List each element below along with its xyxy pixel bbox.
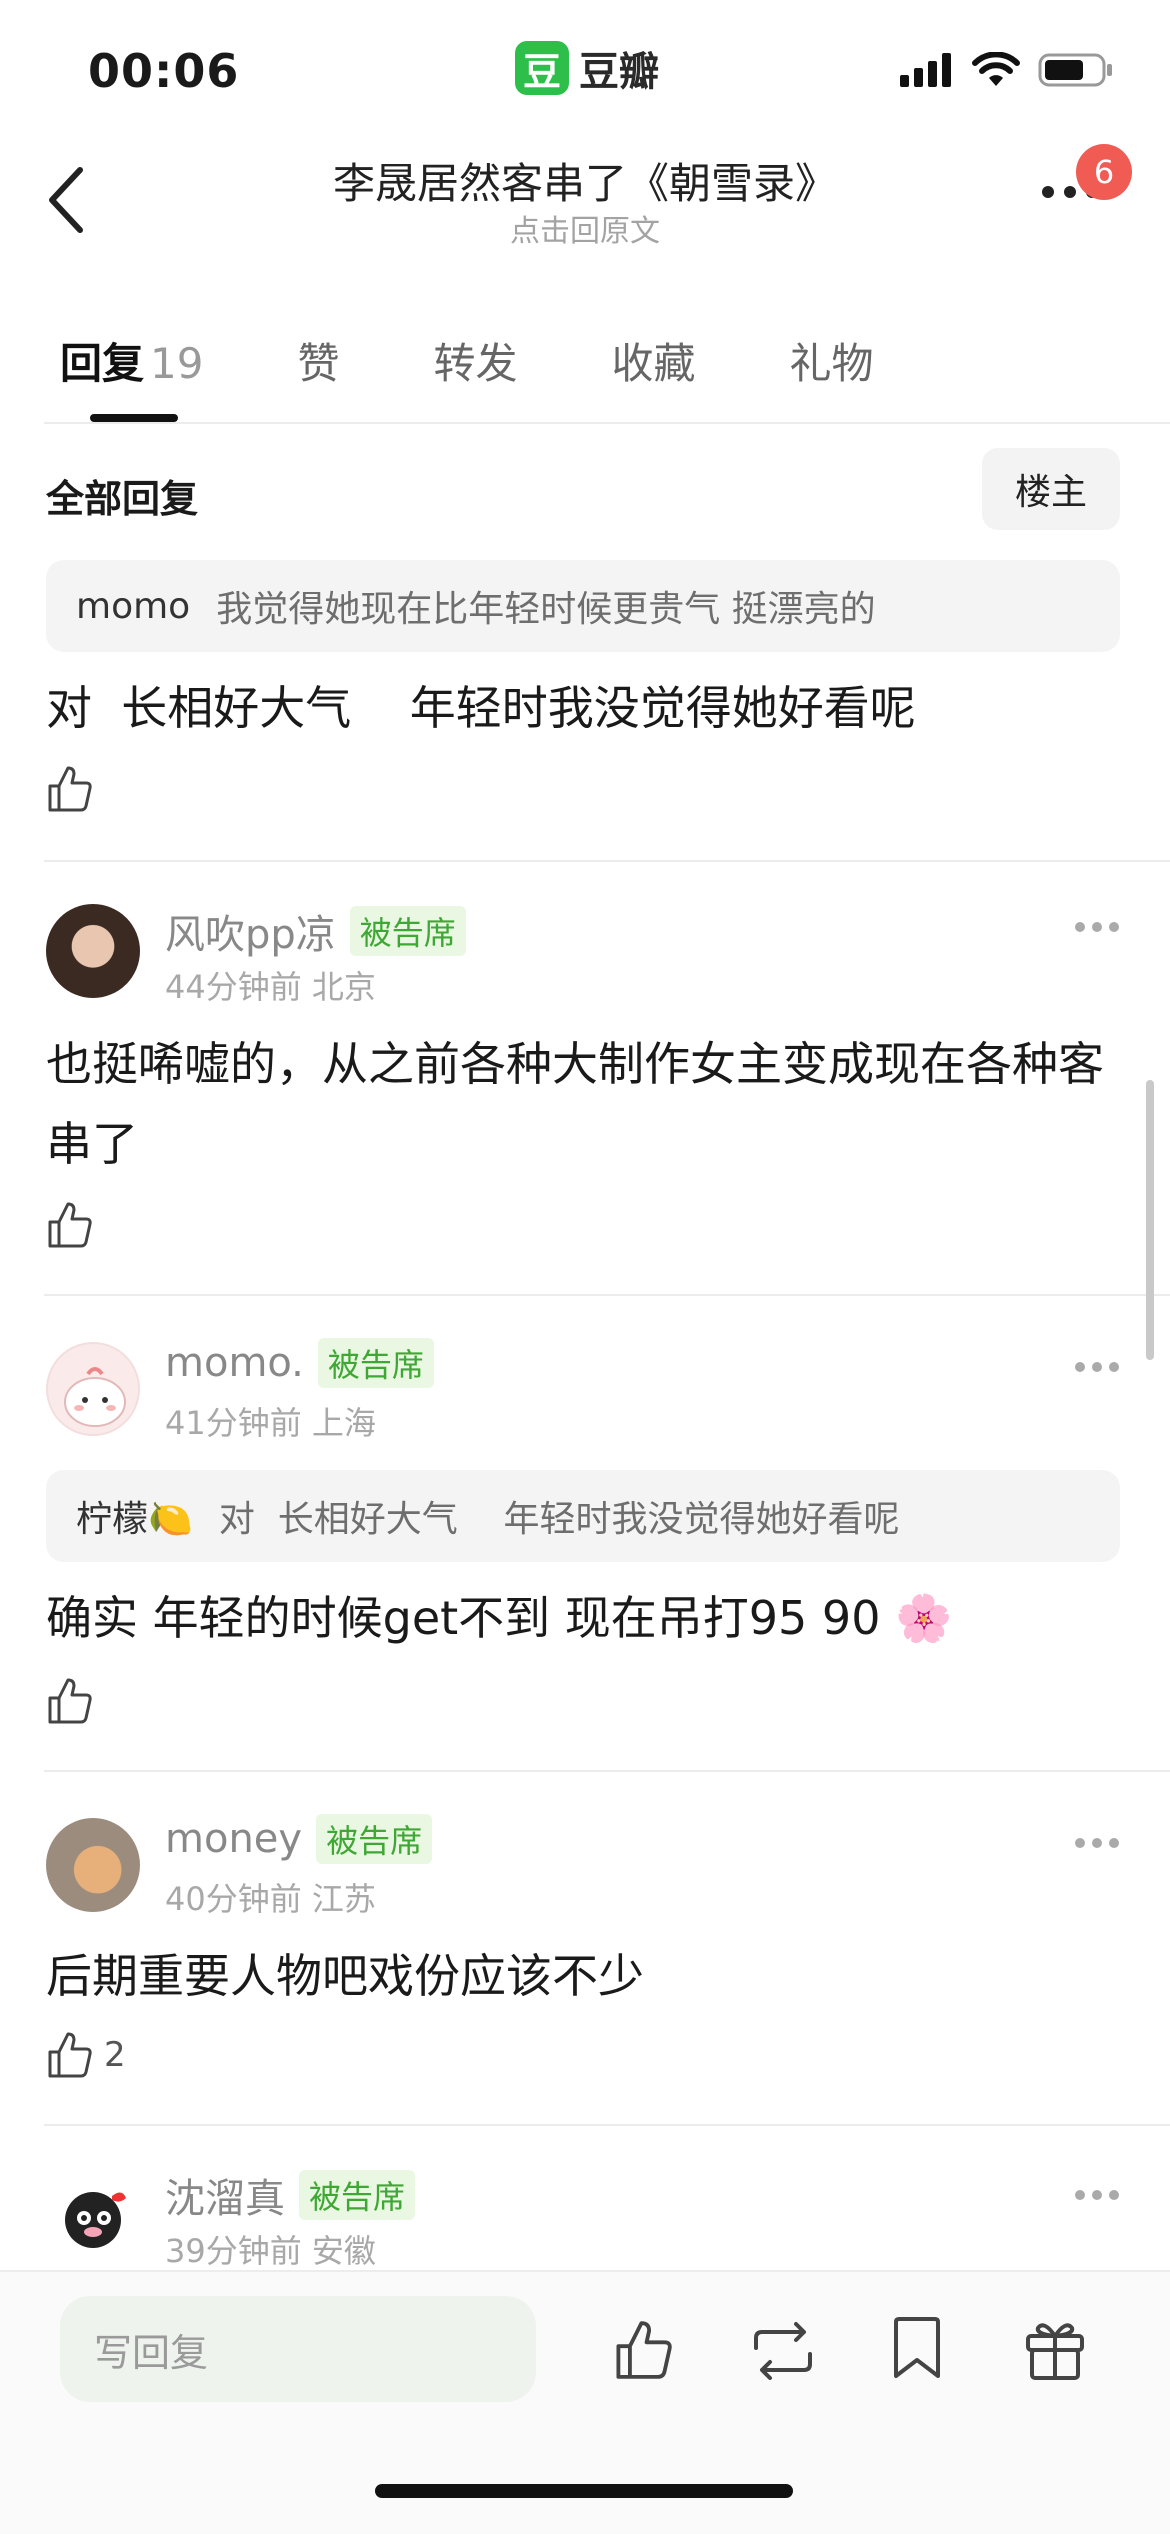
active-tab-indicator	[90, 414, 178, 422]
comment-location: 北京	[311, 968, 376, 1006]
notification-badge: 6	[1076, 144, 1132, 200]
comment-meta: 41分钟前 上海	[165, 1398, 376, 1444]
comment-header: 风吹pp凉 被告席	[165, 902, 466, 960]
comment-time: 39分钟前	[165, 2232, 302, 2270]
comment-text: 对 长相好大气 年轻时我没觉得她好看呢	[46, 681, 916, 735]
username[interactable]: money	[165, 1816, 302, 1862]
cartoon-avatar-icon	[64, 1367, 126, 1427]
tab-bar: 回复 19 赞 转发 收藏 礼物	[60, 330, 968, 391]
more-options-icon[interactable]	[1074, 1360, 1120, 1374]
tab-collections[interactable]: 收藏	[612, 330, 696, 391]
comment-text: 后期重要人物吧戏份应该不少	[46, 1949, 644, 2003]
quoted-text: 我觉得她现在比年轻时候更贵气 挺漂亮的	[216, 589, 876, 630]
status-icons	[900, 52, 1114, 88]
battery-icon	[1038, 53, 1112, 87]
like-count: 2	[104, 2035, 126, 2075]
app-name: 豆瓣	[579, 49, 659, 95]
avatar[interactable]	[46, 904, 140, 998]
divider	[44, 2124, 1170, 2126]
cartoon-avatar-icon	[65, 2192, 126, 2248]
post-title[interactable]: 李晟居然客串了《朝雪录》	[0, 150, 1170, 211]
tab-reposts[interactable]: 转发	[433, 330, 517, 391]
quoted-username: 柠檬🍋	[76, 1499, 193, 1540]
like-icon[interactable]	[612, 2318, 676, 2382]
group-tag[interactable]: 被告席	[299, 2170, 416, 2220]
group-tag[interactable]: 被告席	[317, 1338, 434, 1388]
bookmark-icon[interactable]	[890, 2316, 944, 2382]
username[interactable]: momo.	[165, 1340, 304, 1386]
like-button[interactable]	[46, 1676, 104, 1726]
like-button[interactable]	[46, 1200, 104, 1250]
divider	[44, 422, 1170, 424]
quoted-text: 对 长相好大气 年轻时我没觉得她好看呢	[218, 1499, 900, 1540]
thumbs-up-icon	[48, 766, 92, 812]
gift-icon[interactable]	[1024, 2316, 1086, 2382]
comment-header: 沈溜真 被告席	[165, 2166, 416, 2224]
comment-time: 40分钟前	[165, 1880, 302, 1918]
tab-likes[interactable]: 赞	[297, 330, 339, 391]
tab-gifts[interactable]: 礼物	[790, 330, 874, 391]
comment-time: 41分钟前	[165, 1404, 302, 1442]
back-to-original-link[interactable]: 点击回原文	[0, 206, 1170, 250]
username[interactable]: 沈溜真	[165, 2166, 285, 2224]
tab-label: 回复	[60, 339, 145, 388]
quoted-username: momo	[76, 585, 191, 627]
avatar[interactable]	[46, 1818, 140, 1912]
comment-header: money 被告席	[165, 1814, 433, 1864]
username[interactable]: 风吹pp凉	[165, 902, 336, 960]
comment-meta: 39分钟前 安徽	[165, 2226, 376, 2272]
comment-meta: 40分钟前 江苏	[165, 1874, 376, 1920]
section-title: 全部回复	[46, 477, 199, 521]
comment-header: momo. 被告席	[165, 1338, 434, 1388]
divider	[44, 1770, 1170, 1772]
thumbs-up-icon	[48, 2032, 92, 2078]
douban-logo-icon: 豆	[515, 41, 569, 95]
quoted-reply[interactable]: momo 我觉得她现在比年轻时候更贵气 挺漂亮的	[46, 560, 1120, 652]
tab-count: 19	[150, 339, 204, 388]
tab-replies[interactable]: 回复 19	[60, 330, 203, 391]
scrollbar[interactable]	[1146, 1080, 1154, 1360]
wifi-icon	[972, 52, 1020, 86]
comment-location: 江苏	[311, 1880, 376, 1918]
group-tag[interactable]: 被告席	[349, 906, 466, 956]
avatar[interactable]	[46, 1342, 140, 1436]
status-time: 00:06	[88, 44, 240, 98]
home-indicator	[375, 2484, 793, 2498]
reply-input[interactable]: 写回复	[60, 2296, 536, 2402]
like-button[interactable]: 2	[46, 2030, 126, 2080]
comment-location: 安徽	[311, 2232, 376, 2270]
comment-meta: 44分钟前 北京	[165, 962, 376, 1008]
repost-icon[interactable]	[748, 2320, 818, 2382]
more-options-icon[interactable]	[1074, 2188, 1120, 2202]
app-indicator: 豆 豆瓣	[515, 40, 659, 96]
op-only-filter-button[interactable]: 楼主	[982, 448, 1120, 530]
thumbs-up-icon	[48, 1678, 92, 1724]
comment-text: 确实 年轻的时候get不到 现在吊打95 90 🌸	[46, 1591, 953, 1645]
thumbs-up-icon	[48, 1202, 92, 1248]
quoted-reply[interactable]: 柠檬🍋 对 长相好大气 年轻时我没觉得她好看呢	[46, 1470, 1120, 1562]
divider	[44, 860, 1170, 862]
comment-text: 也挺唏嘘的，从之前各种大制作女主变成现在各种客串了	[46, 1037, 1104, 1171]
signal-icon	[900, 53, 951, 87]
more-options-icon[interactable]	[1074, 1836, 1120, 1850]
more-options-icon[interactable]	[1074, 920, 1120, 934]
avatar[interactable]	[46, 2170, 140, 2264]
group-tag[interactable]: 被告席	[316, 1814, 433, 1864]
divider	[44, 1294, 1170, 1296]
comment-location: 上海	[311, 1404, 376, 1442]
comment-time: 44分钟前	[165, 968, 302, 1006]
like-button[interactable]	[46, 764, 94, 814]
